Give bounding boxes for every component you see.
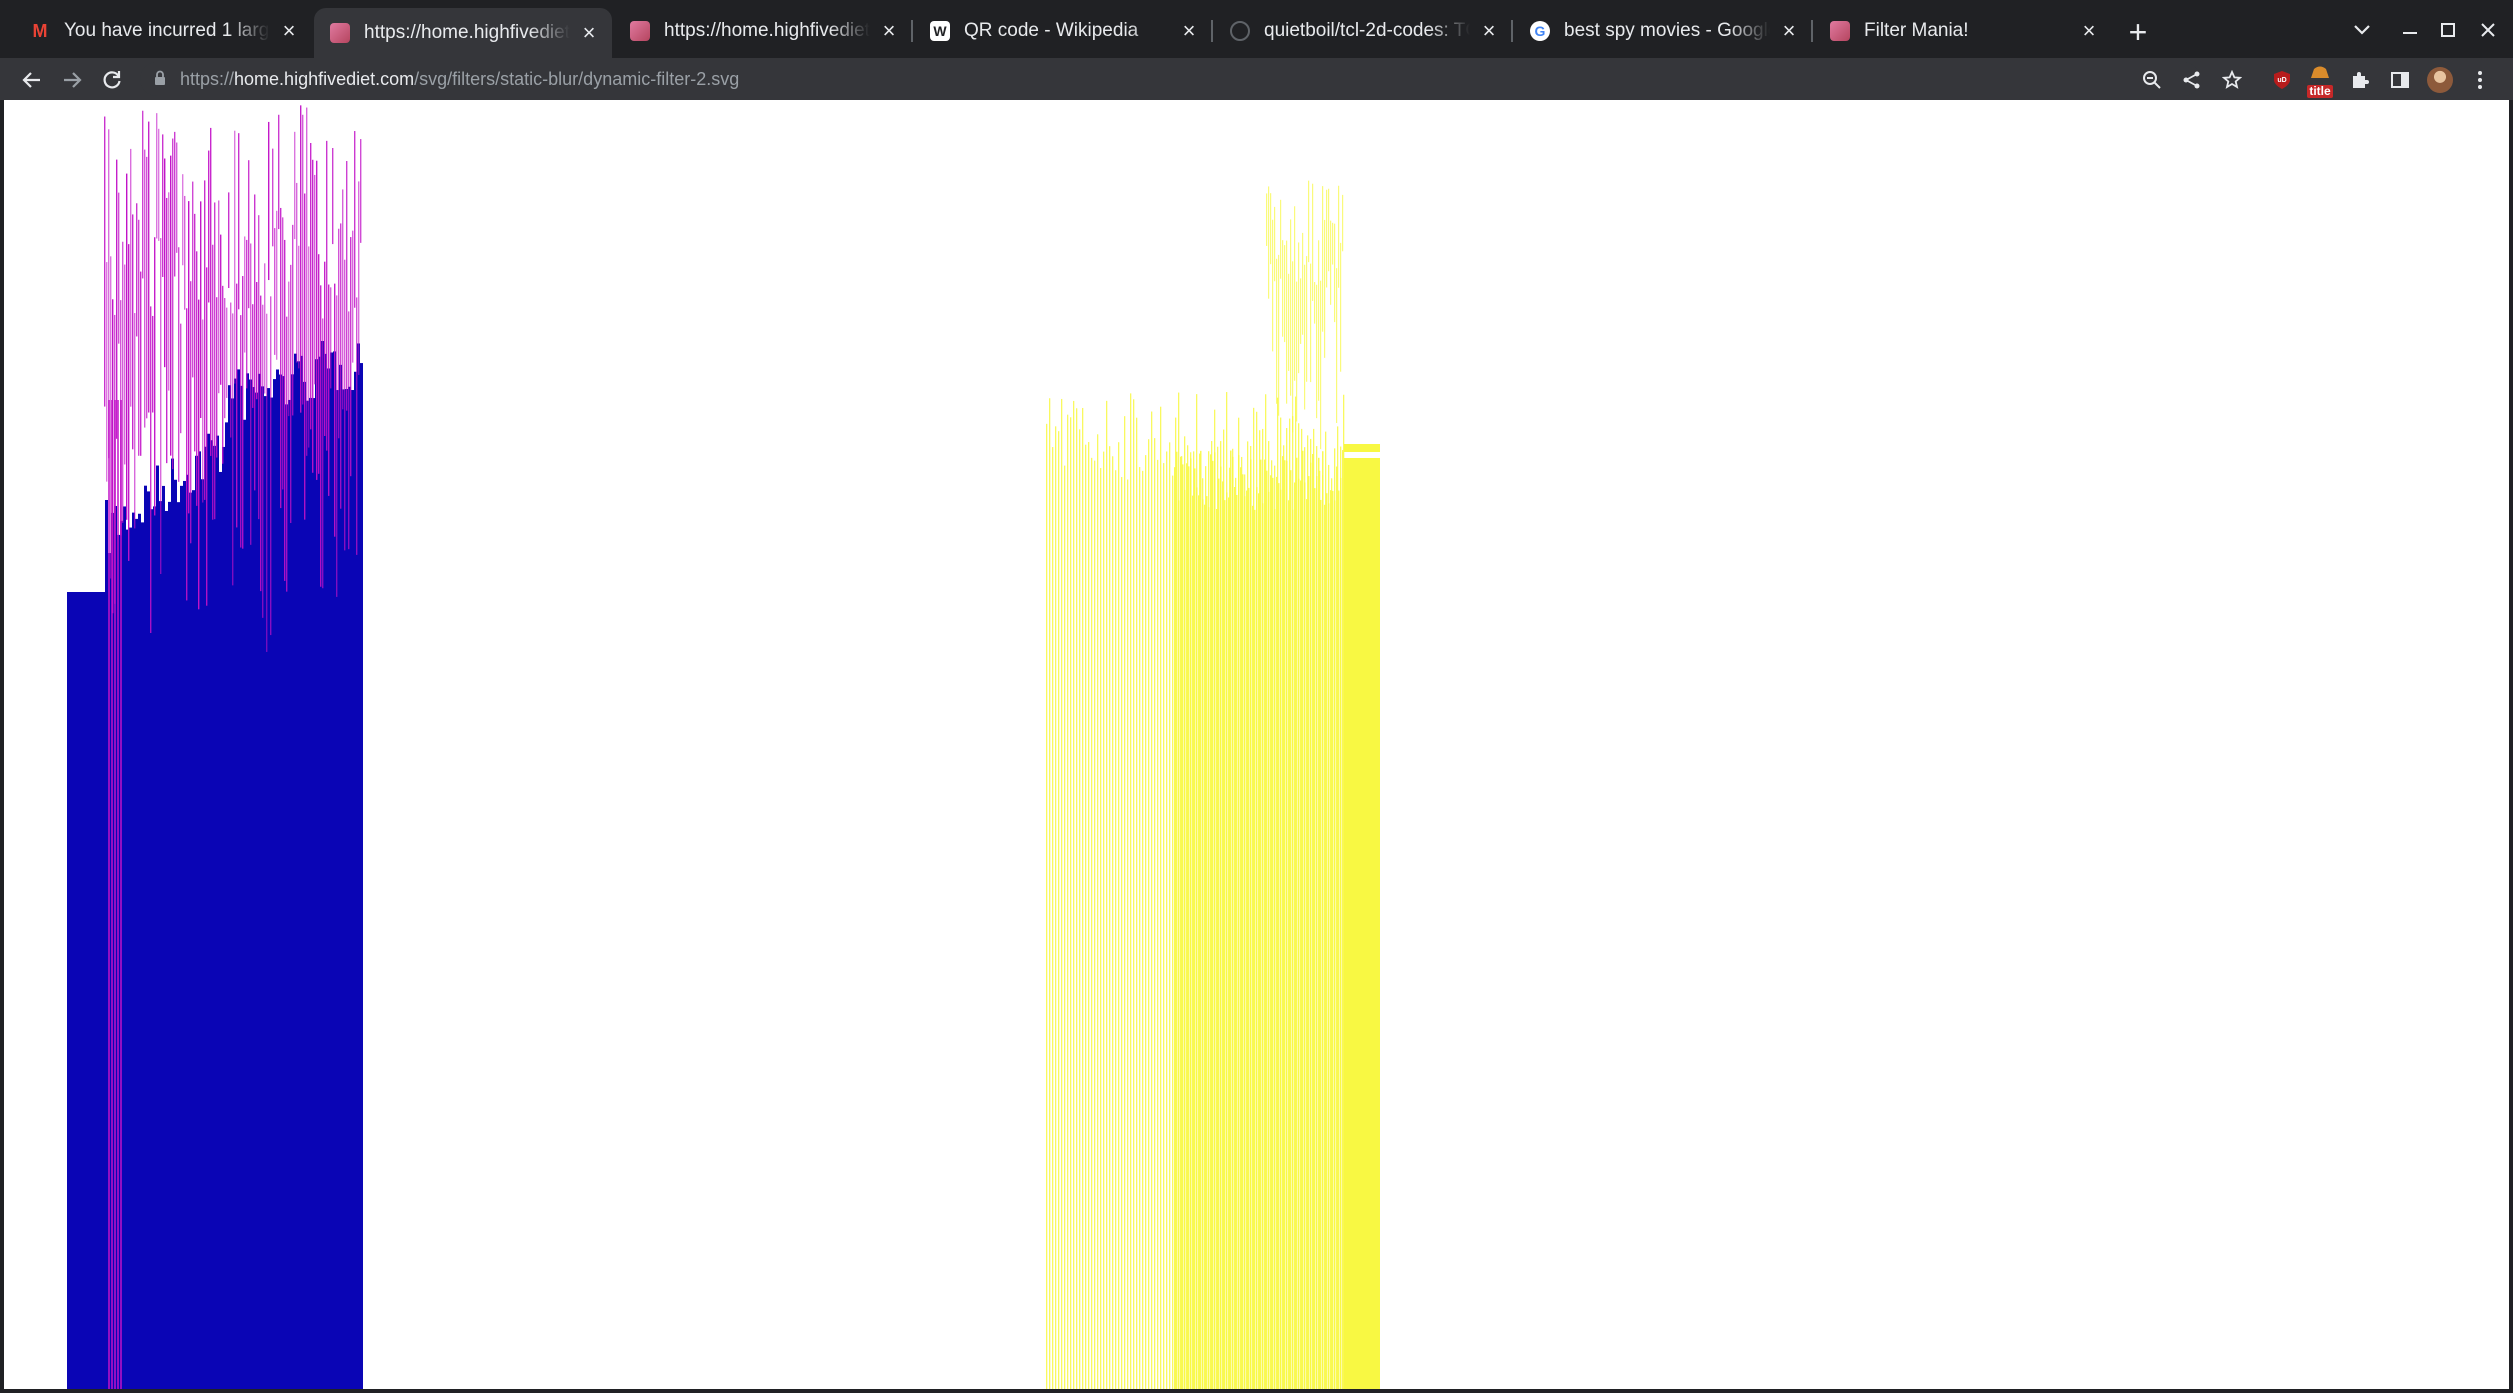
github-icon xyxy=(1230,21,1250,41)
tab-wikipedia[interactable]: W QR code - Wikipedia × xyxy=(914,8,1213,54)
tab-dynamic-filter[interactable]: https://home.highfivediet.com/svg/filter… xyxy=(314,8,612,58)
highfivediet-icon xyxy=(1830,21,1850,41)
tab-title: QR code - Wikipedia xyxy=(964,20,1139,41)
reload-icon xyxy=(103,71,121,89)
zoom-icon xyxy=(2143,71,2161,89)
more-vertical-icon xyxy=(2478,71,2482,89)
close-window-button[interactable] xyxy=(2468,12,2508,48)
maximize-button[interactable] xyxy=(2428,12,2468,48)
tab-title: Filter Mania! xyxy=(1864,20,1969,41)
close-icon[interactable]: × xyxy=(1176,18,1202,44)
avatar xyxy=(2427,67,2453,93)
highfivediet-icon xyxy=(330,23,350,43)
share-icon xyxy=(2183,71,2200,89)
title-extension-label: title xyxy=(2307,84,2333,98)
lock-icon[interactable] xyxy=(154,70,172,89)
side-panel-icon xyxy=(2391,72,2409,88)
tab-title: https://home.highfivediet.com/svg/filter… xyxy=(364,22,570,43)
ublock-extension-button[interactable]: uD xyxy=(2266,64,2298,96)
hat-icon xyxy=(2311,66,2329,78)
close-icon[interactable]: × xyxy=(576,20,602,46)
side-panel-button[interactable] xyxy=(2384,64,2416,96)
close-icon[interactable]: × xyxy=(1776,18,1802,44)
minimize-icon xyxy=(2403,32,2417,34)
back-button[interactable] xyxy=(14,62,50,98)
url-path: /svg/filters/static-blur/dynamic-filter-… xyxy=(414,68,740,89)
close-icon[interactable]: × xyxy=(276,18,302,44)
browser-toolbar: https://home.highfivediet.com/svg/filter… xyxy=(0,58,2513,100)
close-icon[interactable]: × xyxy=(876,18,902,44)
highfivediet-icon xyxy=(630,21,650,41)
tab-title: https://home.highfivediet.com xyxy=(664,20,870,41)
address-bar[interactable]: https://home.highfivediet.com/svg/filter… xyxy=(140,62,2200,96)
close-icon[interactable]: × xyxy=(2076,18,2102,44)
chevron-down-icon xyxy=(2354,25,2370,35)
puzzle-piece-icon xyxy=(2353,72,2369,88)
menu-button[interactable] xyxy=(2464,64,2496,96)
blue-blurred-shape xyxy=(67,105,363,1389)
star-icon xyxy=(2222,70,2242,89)
tab-title: best spy movies - Google Search xyxy=(1564,20,1770,41)
share-button[interactable] xyxy=(2176,64,2208,96)
tab-filter-mania[interactable]: Filter Mania! × xyxy=(1814,8,2112,54)
tab-title: You have incurred 1 large xyxy=(64,20,270,41)
filter-rendering xyxy=(67,105,1380,1389)
forward-button[interactable] xyxy=(54,62,90,98)
url-host: home.highfivediet.com xyxy=(234,68,415,89)
close-icon[interactable]: × xyxy=(1476,18,1502,44)
tab-github[interactable]: quietboil/tcl-2d-codes: TCL × xyxy=(1214,8,1513,54)
arrow-right-icon xyxy=(64,72,82,88)
arrow-left-icon xyxy=(22,72,40,88)
tab-search-button[interactable] xyxy=(2342,12,2382,48)
tab-title: quietboil/tcl-2d-codes: TCL xyxy=(1264,20,1470,41)
tab-highfivediet[interactable]: https://home.highfivediet.com × xyxy=(614,8,913,54)
tab-strip: M You have incurred 1 large × https://ho… xyxy=(0,0,2513,58)
yellow-blurred-shape xyxy=(1046,180,1380,1389)
tab-google-search[interactable]: G best spy movies - Google Search × xyxy=(1514,8,1813,54)
url-scheme: https:// xyxy=(180,68,235,89)
bookmark-button[interactable] xyxy=(2216,64,2248,96)
minimize-button[interactable] xyxy=(2390,12,2430,48)
gmail-icon: M xyxy=(32,20,48,41)
reload-button[interactable] xyxy=(94,62,130,98)
google-icon: G xyxy=(1530,21,1550,41)
wikipedia-icon: W xyxy=(930,21,950,41)
zoom-button[interactable] xyxy=(2136,64,2168,96)
title-extension-button[interactable]: title xyxy=(2304,64,2336,98)
profile-button[interactable] xyxy=(2424,64,2456,96)
new-tab-button[interactable]: + xyxy=(2120,14,2156,50)
maximize-icon xyxy=(2441,23,2455,37)
close-icon xyxy=(2481,23,2495,37)
tab-gmail[interactable]: M You have incurred 1 large × xyxy=(14,8,312,54)
extensions-button[interactable] xyxy=(2344,64,2376,96)
ublock-badge: uD xyxy=(2277,76,2287,84)
page-content xyxy=(4,100,2509,1389)
url-text: https://home.highfivediet.com/svg/filter… xyxy=(180,69,739,90)
